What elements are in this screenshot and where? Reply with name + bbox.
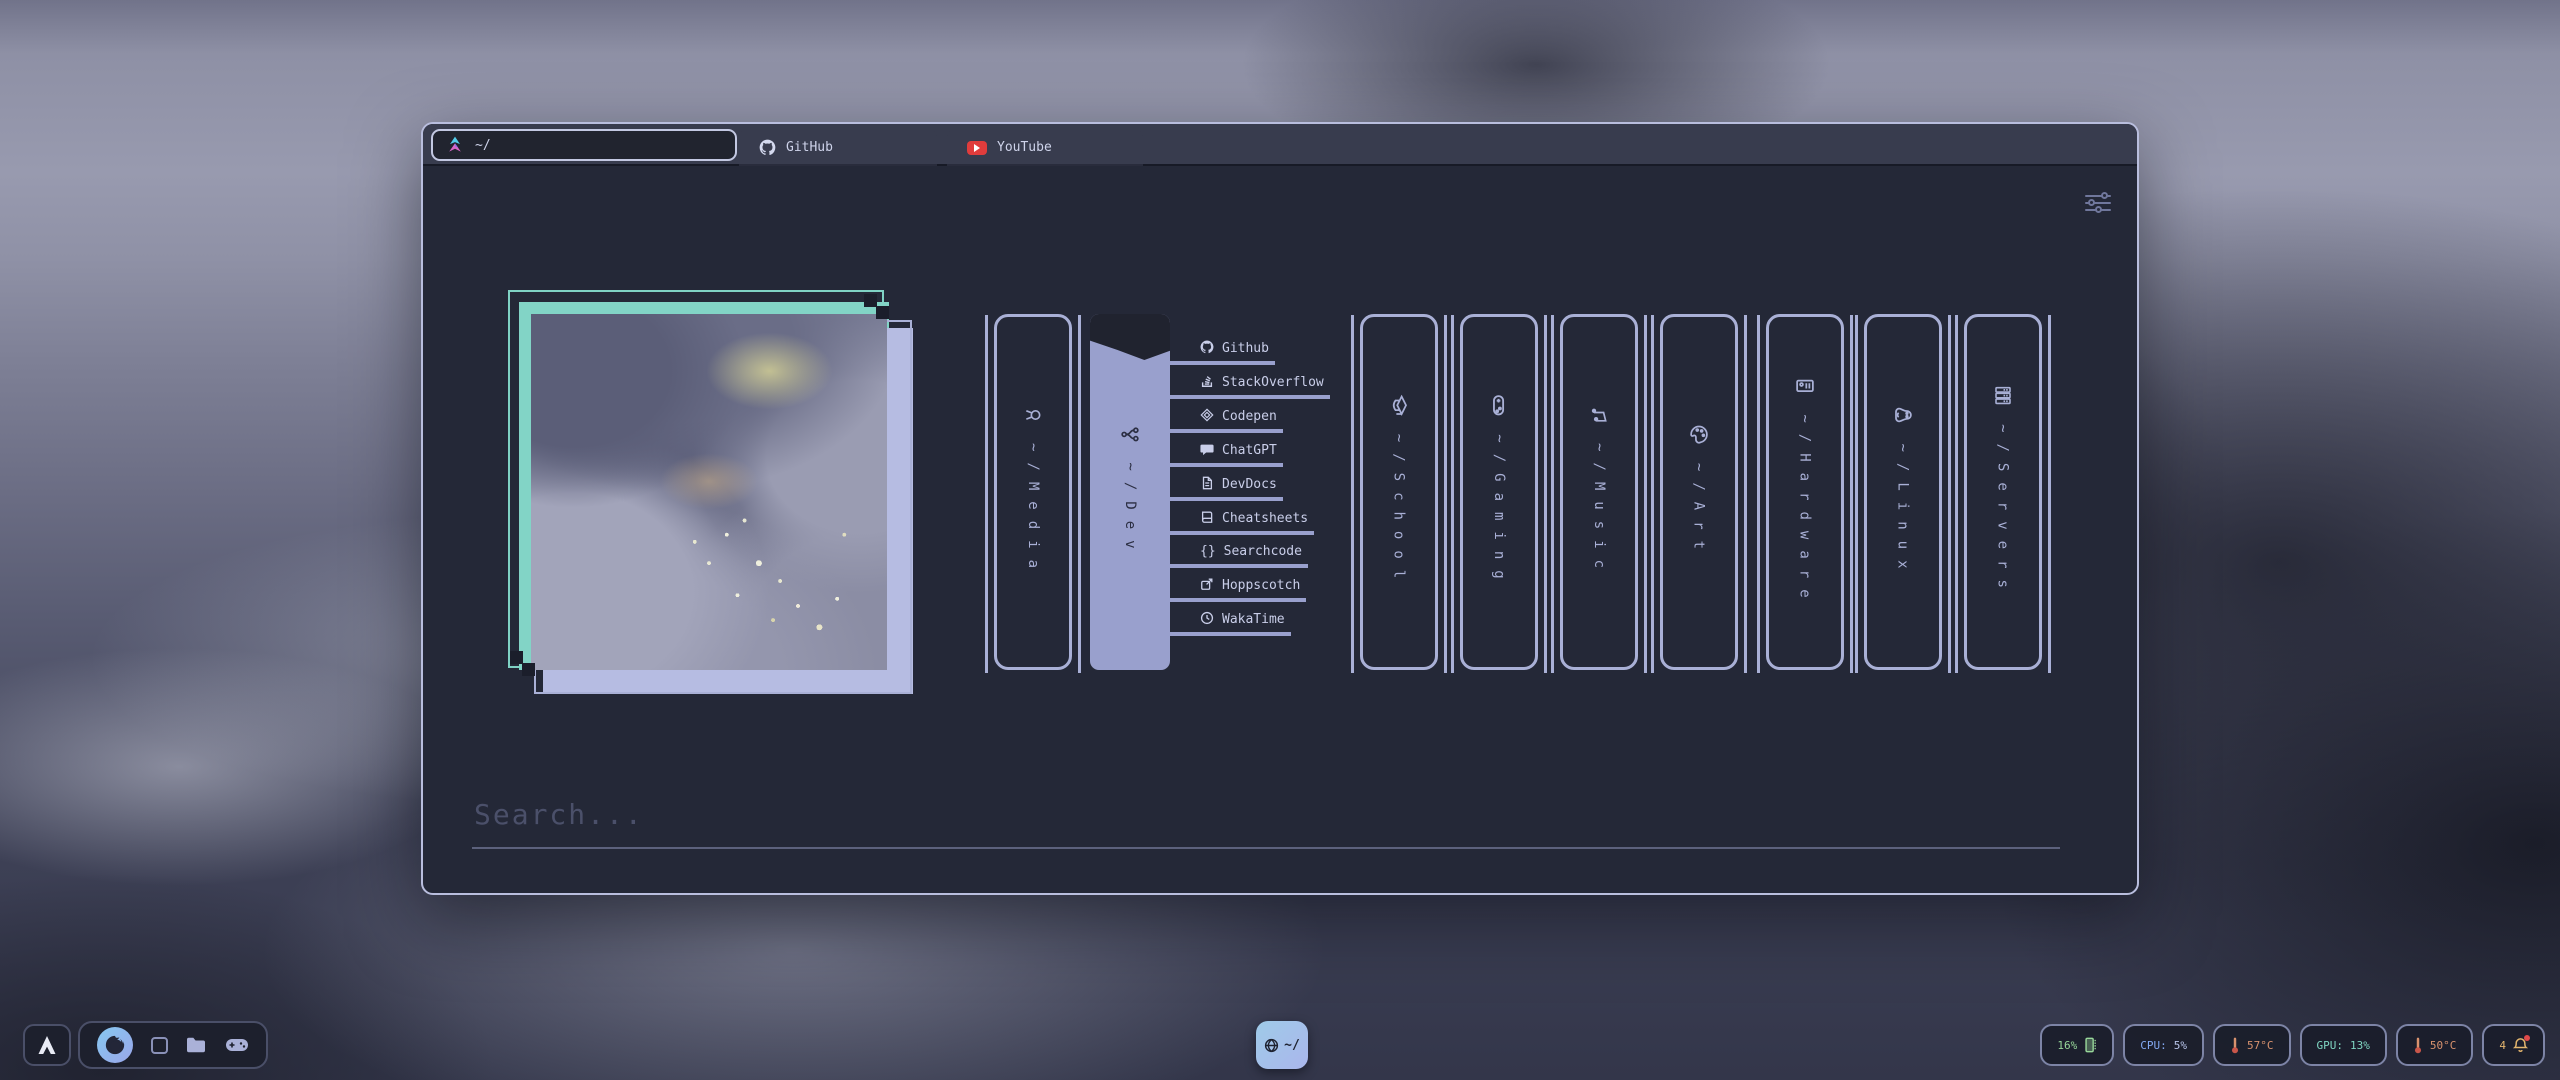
book-label: ~/Linux bbox=[1895, 443, 1911, 579]
globe-icon bbox=[1264, 1038, 1279, 1053]
notifications-widget[interactable]: 4 bbox=[2482, 1024, 2545, 1066]
ram-value: 16% bbox=[2057, 1039, 2077, 1052]
book-servers[interactable]: ~/Servers bbox=[1964, 314, 2042, 670]
link-searchcode[interactable]: {} Searchcode bbox=[1170, 544, 1308, 568]
pc-case-icon bbox=[1795, 375, 1816, 396]
link-cheatsheets[interactable]: Cheatsheets bbox=[1170, 510, 1314, 535]
firefox-icon bbox=[104, 1034, 126, 1056]
book-label: ~/Art bbox=[1691, 463, 1707, 560]
braces-icon: {} bbox=[1200, 544, 1216, 559]
link-github[interactable]: Github bbox=[1170, 340, 1275, 365]
browser-window: ~/ GitHub YouTube bbox=[421, 122, 2139, 895]
git-branch-icon bbox=[1120, 424, 1140, 444]
link-wakatime[interactable]: WakaTime bbox=[1170, 611, 1291, 636]
github-icon bbox=[1200, 340, 1214, 354]
gamepad-icon[interactable] bbox=[225, 1037, 249, 1053]
book-art[interactable]: ~/Art bbox=[1660, 314, 1738, 670]
book-media[interactable]: ~/Media bbox=[994, 314, 1072, 670]
gpu-temp-widget: 50°C bbox=[2396, 1024, 2474, 1066]
book-label: ~/Hardware bbox=[1797, 414, 1813, 608]
arch-arrow-icon bbox=[35, 1034, 59, 1056]
workspace-square-icon[interactable] bbox=[151, 1037, 168, 1054]
gpu-temp-value: 50°C bbox=[2430, 1039, 2457, 1052]
book-school[interactable]: ~/School bbox=[1360, 314, 1438, 670]
link-codepen[interactable]: Codepen bbox=[1170, 408, 1283, 433]
clock-icon bbox=[1200, 611, 1214, 625]
book-label: ~/Dev bbox=[1122, 462, 1138, 559]
firefox-active-app[interactable] bbox=[97, 1027, 133, 1063]
link-label: WakaTime bbox=[1222, 612, 1285, 627]
link-label: Codepen bbox=[1222, 409, 1277, 424]
active-window-badge[interactable]: ~/ bbox=[1256, 1021, 1308, 1069]
thermometer-icon bbox=[2230, 1037, 2240, 1054]
dev-links-list: Github StackOverflow Codepen ChatGPT bbox=[1170, 340, 1330, 645]
link-label: Github bbox=[1222, 341, 1269, 356]
stackoverflow-icon bbox=[1200, 374, 1214, 388]
link-label: Hoppscotch bbox=[1222, 578, 1300, 593]
book-linux[interactable]: ~/Linux bbox=[1864, 314, 1942, 670]
ram-widget: 16% bbox=[2040, 1024, 2114, 1066]
link-label: Searchcode bbox=[1224, 544, 1302, 559]
book-label: ~/Music bbox=[1591, 443, 1607, 579]
cpu-temp-value: 57°C bbox=[2247, 1039, 2274, 1052]
link-devdocs[interactable]: DevDocs bbox=[1170, 476, 1283, 501]
book-label: ~/Servers bbox=[1995, 424, 2011, 599]
graduation-cap-icon bbox=[1389, 395, 1410, 416]
notification-count: 4 bbox=[2499, 1039, 2506, 1052]
codepen-icon bbox=[1200, 408, 1214, 422]
book-label: ~/School bbox=[1391, 434, 1407, 589]
book-label: ~/Gaming bbox=[1491, 434, 1507, 589]
book-music[interactable]: ~/Music bbox=[1560, 314, 1638, 670]
cpu-widget: CPU: 5% bbox=[2123, 1024, 2204, 1066]
gpu-value: 13% bbox=[2350, 1039, 2370, 1052]
book-dev-open[interactable]: ~/Dev bbox=[1090, 314, 1170, 670]
folder-icon[interactable] bbox=[185, 1036, 207, 1054]
notification-dot bbox=[2524, 1035, 2530, 1041]
server-rack-icon bbox=[1993, 385, 2014, 406]
cpu-temp-widget: 57°C bbox=[2213, 1024, 2291, 1066]
link-label: ChatGPT bbox=[1222, 443, 1277, 458]
box-arrow-icon bbox=[1200, 577, 1214, 591]
active-window-label: ~/ bbox=[1284, 1038, 1300, 1053]
book-label: ~/Media bbox=[1025, 443, 1041, 579]
launcher-button[interactable] bbox=[23, 1024, 71, 1066]
penguin-icon bbox=[1893, 404, 1914, 425]
media-icon bbox=[1023, 405, 1043, 425]
book-icon bbox=[1200, 510, 1214, 524]
chat-bubble-icon bbox=[1200, 442, 1214, 456]
gamepad-icon bbox=[1488, 394, 1510, 416]
cpu-label: CPU: bbox=[2140, 1039, 2167, 1052]
cpu-value: 5% bbox=[2174, 1039, 2187, 1052]
app-dock bbox=[78, 1021, 268, 1069]
desktop: ~/ GitHub YouTube bbox=[0, 0, 2560, 1080]
book-hardware[interactable]: ~/Hardware bbox=[1766, 314, 1844, 670]
link-label: DevDocs bbox=[1222, 477, 1277, 492]
palette-icon bbox=[1689, 424, 1710, 445]
status-bar: 16% CPU: 5% 57°C GPU: 13% 50 bbox=[2040, 1024, 2545, 1066]
link-stackoverflow[interactable]: StackOverflow bbox=[1170, 374, 1330, 399]
link-label: Cheatsheets bbox=[1222, 511, 1308, 526]
book-gaming[interactable]: ~/Gaming bbox=[1460, 314, 1538, 670]
thermometer-icon bbox=[2413, 1037, 2423, 1054]
gpu-widget: GPU: 13% bbox=[2300, 1024, 2387, 1066]
link-hoppscotch[interactable]: Hoppscotch bbox=[1170, 577, 1306, 602]
bookshelf: ~/Media ~/Dev ~/School bbox=[423, 124, 2137, 893]
book-cover-curl bbox=[1090, 314, 1170, 360]
search-input[interactable] bbox=[472, 792, 2060, 849]
link-chatgpt[interactable]: ChatGPT bbox=[1170, 442, 1283, 467]
music-note-icon bbox=[1589, 405, 1609, 425]
gpu-label: GPU: bbox=[2317, 1039, 2344, 1052]
document-icon bbox=[1200, 476, 1214, 490]
ram-icon bbox=[2084, 1037, 2097, 1053]
link-label: StackOverflow bbox=[1222, 375, 1324, 390]
